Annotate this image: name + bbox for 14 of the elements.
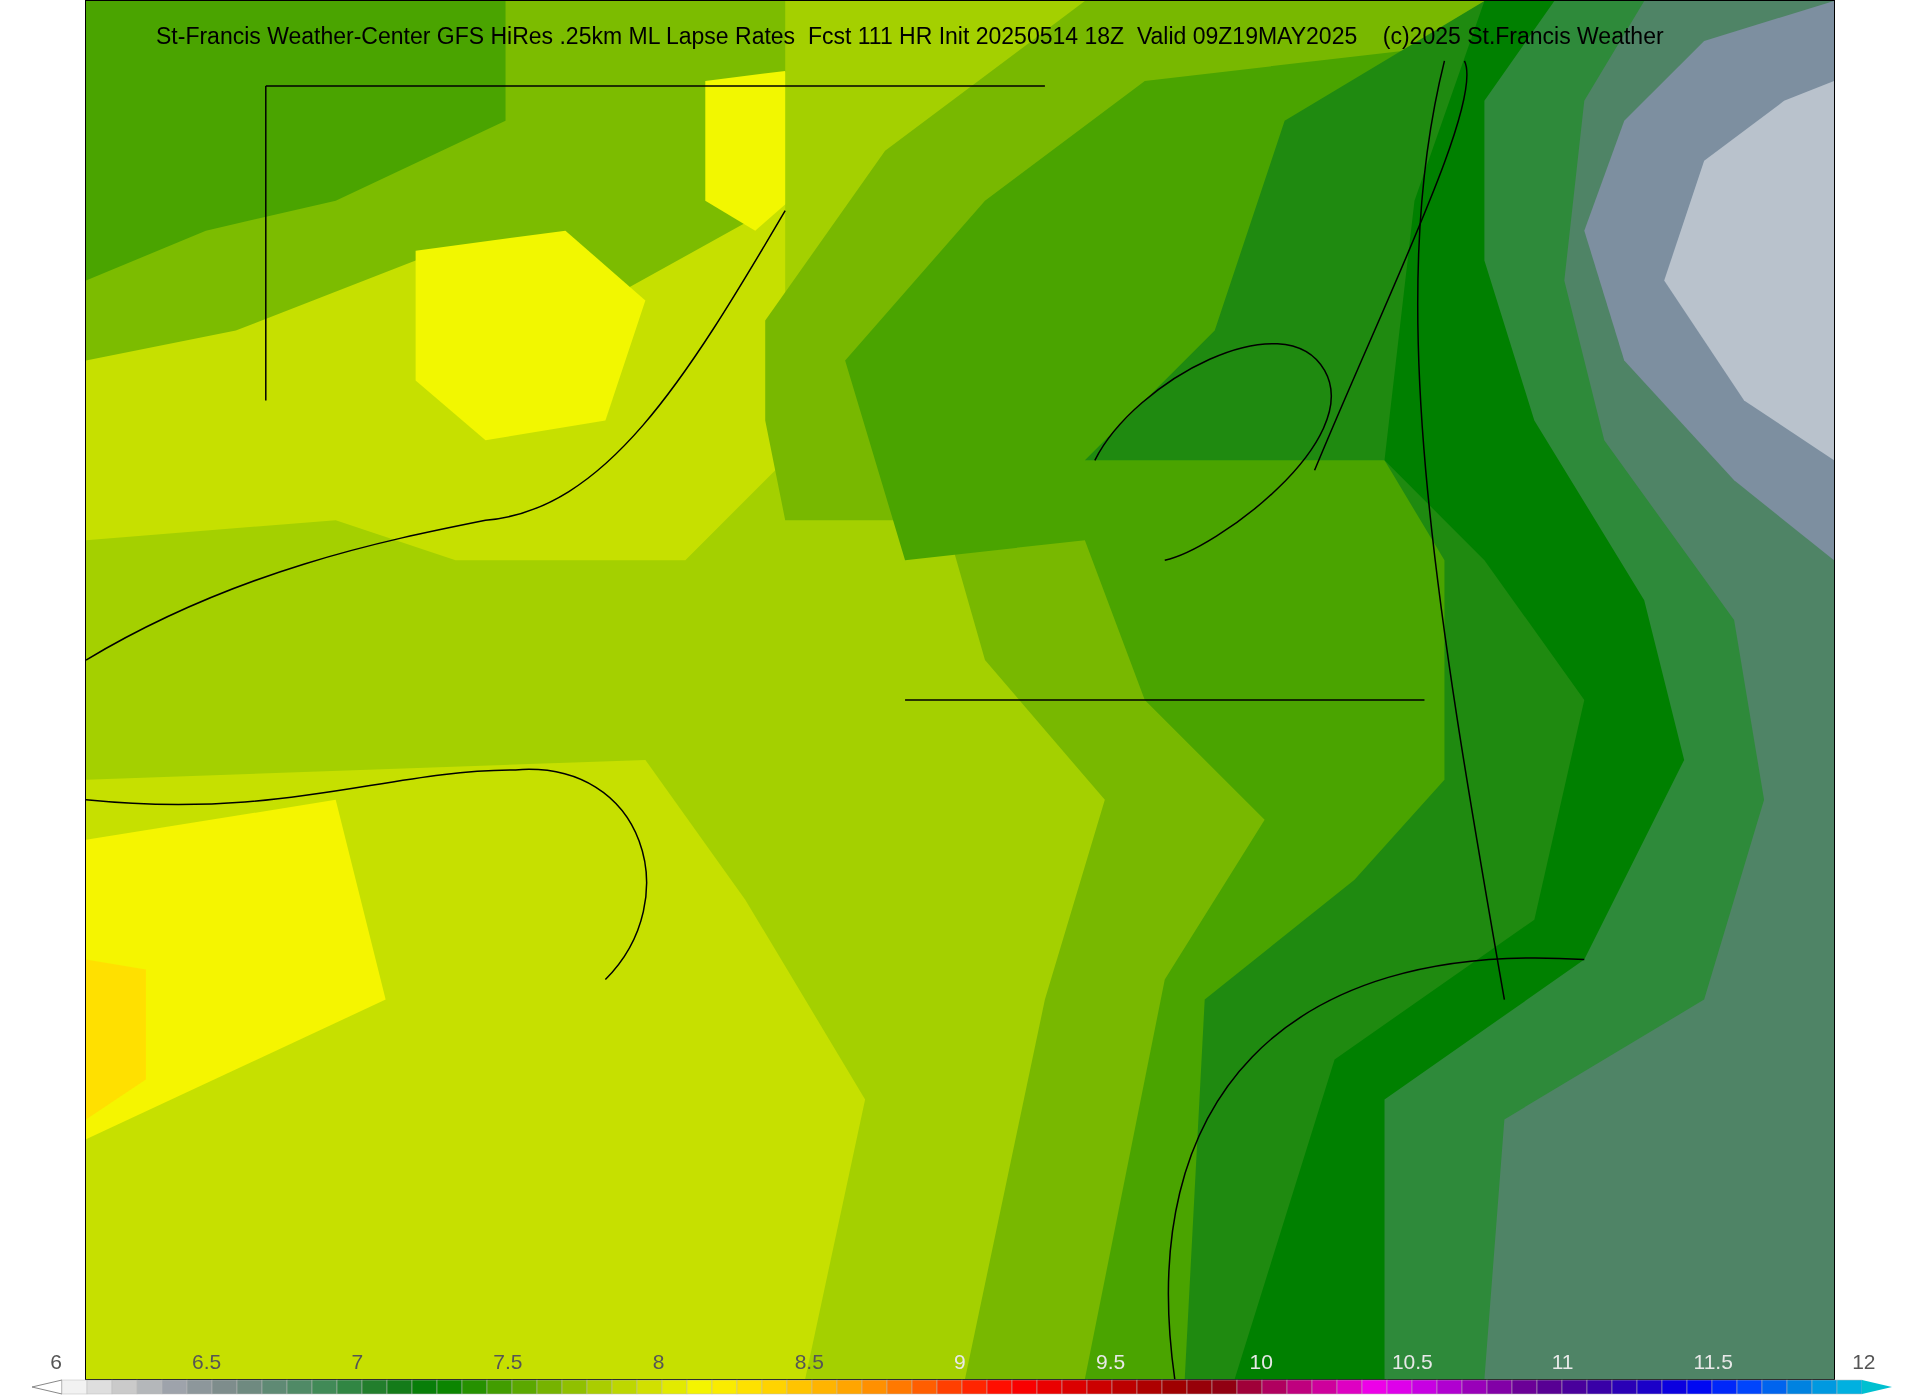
colorbar-tick-label: 10.5	[1391, 1349, 1432, 1375]
colorbar-tick-label: 7.5	[492, 1349, 524, 1375]
colorbar-tick-label: 11.5	[1693, 1349, 1734, 1375]
colorbar-tick-label: 7	[350, 1349, 365, 1375]
colorbar-tick-label: 12	[1851, 1349, 1877, 1375]
colorbar-tick-label: 6.5	[191, 1349, 223, 1375]
colorbar-tick-label: 10	[1248, 1349, 1274, 1375]
colorbar-tick-label: 9	[953, 1349, 967, 1375]
colorbar-tick-label: 9.5	[1095, 1349, 1127, 1375]
map-title: St-Francis Weather-Center GFS HiRes .25km ML Lapse Rates Fcst 111 HR Init 20250514 18Z Valid 09Z19MAY2025 (c)2025 St.Francis Weather	[156, 22, 1664, 51]
colorbar-tick-label: 11	[1550, 1349, 1575, 1375]
colorbar-tick-label: 8	[651, 1349, 666, 1375]
colorbar-tick-label: 6	[49, 1349, 63, 1375]
colorbar-tick-label: 8.5	[793, 1349, 825, 1375]
